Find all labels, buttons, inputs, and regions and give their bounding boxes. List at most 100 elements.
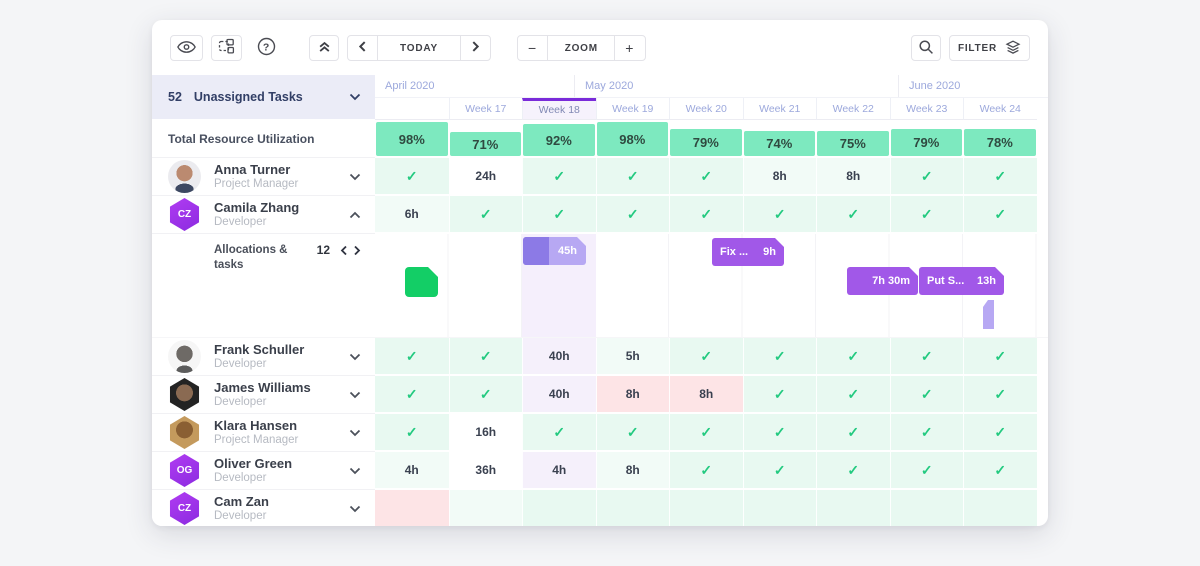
zoom-out-button[interactable]: −: [518, 36, 547, 60]
week-header-current[interactable]: Week 18: [522, 98, 596, 120]
allocation-cell[interactable]: 36h: [448, 452, 522, 488]
next-button[interactable]: [460, 36, 490, 60]
chevron-up-icon[interactable]: [349, 211, 361, 219]
duplicate-layout-button[interactable]: [211, 35, 242, 61]
allocation-cell[interactable]: ✓: [448, 196, 522, 232]
allocation-cell[interactable]: ✓: [816, 196, 890, 232]
prev-button[interactable]: [348, 36, 377, 60]
allocation-cell[interactable]: 40h: [522, 376, 596, 412]
chevron-down-icon[interactable]: [349, 429, 361, 437]
allocation-cell[interactable]: [595, 490, 669, 526]
week-header[interactable]: Week 22: [816, 98, 890, 120]
allocation-cell[interactable]: ✓: [742, 196, 816, 232]
chevron-down-icon[interactable]: [349, 391, 361, 399]
allocation-cell[interactable]: ✓: [889, 158, 963, 194]
allocation-cell[interactable]: ✓: [963, 376, 1037, 412]
allocation-cell[interactable]: 4h: [375, 452, 449, 488]
allocation-cell[interactable]: ✓: [669, 158, 743, 194]
allocation-cell[interactable]: ✓: [816, 338, 890, 374]
allocation-cell[interactable]: ✓: [742, 452, 816, 488]
allocation-cell[interactable]: [448, 490, 522, 526]
task-bar-green[interactable]: [405, 267, 438, 297]
week-header[interactable]: Week 23: [889, 98, 963, 120]
allocation-cell[interactable]: 8h: [595, 376, 669, 412]
allocation-cell[interactable]: ✓: [816, 414, 890, 450]
allocation-cell[interactable]: ✓: [816, 452, 890, 488]
allocation-cell[interactable]: 16h: [448, 414, 522, 450]
allocation-cell[interactable]: [669, 490, 743, 526]
allocation-cell[interactable]: 8h: [816, 158, 890, 194]
chevron-down-icon[interactable]: [349, 467, 361, 475]
allocation-cell[interactable]: ✓: [889, 376, 963, 412]
allocation-cell[interactable]: 8h: [595, 452, 669, 488]
allocation-cell[interactable]: ✓: [375, 376, 449, 412]
allocation-cell[interactable]: ✓: [963, 158, 1037, 194]
allocation-cell[interactable]: [889, 490, 963, 526]
allocation-cell[interactable]: 8h: [742, 158, 816, 194]
allocation-cell[interactable]: ✓: [889, 196, 963, 232]
allocation-cell[interactable]: ✓: [889, 452, 963, 488]
allocation-cell[interactable]: 6h: [375, 196, 449, 232]
allocation-cell[interactable]: [522, 490, 596, 526]
allocation-cell[interactable]: 40h: [522, 338, 596, 374]
allocation-cell[interactable]: ✓: [522, 158, 596, 194]
allocation-cell[interactable]: ✓: [375, 338, 449, 374]
allocation-cell[interactable]: [375, 490, 449, 526]
allocation-cell[interactable]: ✓: [963, 452, 1037, 488]
member-side-cam-zan[interactable]: CZ Cam Zan Developer: [152, 490, 375, 526]
allocation-cell[interactable]: ✓: [595, 414, 669, 450]
member-side-klara-hansen[interactable]: Klara Hansen Project Manager: [152, 414, 375, 452]
allocations-next-icon[interactable]: [353, 243, 361, 261]
allocation-cell[interactable]: ✓: [595, 158, 669, 194]
week-header[interactable]: Week 24: [963, 98, 1037, 120]
member-side-oliver-green[interactable]: OG Oliver Green Developer: [152, 452, 375, 490]
week-header[interactable]: Week 20: [669, 98, 743, 120]
search-button[interactable]: [910, 35, 941, 61]
allocation-cell[interactable]: [963, 490, 1037, 526]
allocation-cell[interactable]: 5h: [595, 338, 669, 374]
allocation-cell[interactable]: 24h: [448, 158, 522, 194]
allocation-cell[interactable]: [742, 490, 816, 526]
allocation-cell[interactable]: ✓: [448, 376, 522, 412]
collapse-all-button[interactable]: [309, 35, 339, 61]
allocation-cell[interactable]: ✓: [889, 338, 963, 374]
allocation-cell[interactable]: 4h: [522, 452, 596, 488]
task-bar-sliver[interactable]: [983, 300, 994, 329]
help-button[interactable]: ?: [250, 35, 283, 61]
allocation-cell[interactable]: ✓: [522, 196, 596, 232]
chevron-down-icon[interactable]: [349, 93, 361, 101]
week-header[interactable]: Week 21: [742, 98, 816, 120]
allocations-canvas[interactable]: 45h Fix ... 9h 7h 30m Put S... 13h: [375, 234, 1048, 338]
zoom-in-button[interactable]: +: [614, 36, 644, 60]
member-side-camila-zhang[interactable]: CZ Camila Zhang Developer: [152, 196, 375, 234]
allocation-cell[interactable]: ✓: [742, 414, 816, 450]
allocation-cell[interactable]: ✓: [375, 158, 449, 194]
allocation-cell[interactable]: ✓: [963, 414, 1037, 450]
allocation-cell[interactable]: 8h: [669, 376, 743, 412]
allocation-bar[interactable]: Fix ... 9h: [712, 238, 784, 266]
week-header[interactable]: Week 19: [595, 98, 669, 120]
allocation-cell[interactable]: ✓: [669, 452, 743, 488]
allocation-cell[interactable]: ✓: [742, 338, 816, 374]
allocation-cell[interactable]: ✓: [522, 414, 596, 450]
allocation-cell[interactable]: ✓: [963, 196, 1037, 232]
chevron-down-icon[interactable]: [349, 353, 361, 361]
allocation-bar[interactable]: 7h 30m: [847, 267, 918, 295]
allocation-cell[interactable]: ✓: [595, 196, 669, 232]
chevron-down-icon[interactable]: [349, 505, 361, 513]
allocation-cell[interactable]: ✓: [448, 338, 522, 374]
week-header[interactable]: [375, 98, 449, 120]
allocation-cell[interactable]: ✓: [375, 414, 449, 450]
allocation-cell[interactable]: [816, 490, 890, 526]
allocation-cell[interactable]: ✓: [816, 376, 890, 412]
chevron-down-icon[interactable]: [349, 173, 361, 181]
member-side-anna-turner[interactable]: Anna Turner Project Manager: [152, 158, 375, 196]
allocation-cell[interactable]: ✓: [669, 196, 743, 232]
filter-button[interactable]: FILTER: [948, 35, 1030, 61]
week-header[interactable]: Week 17: [448, 98, 522, 120]
unassigned-tasks-header[interactable]: 52 Unassigned Tasks: [152, 75, 375, 119]
member-side-james-williams[interactable]: James Williams Developer: [152, 376, 375, 414]
allocation-bar[interactable]: 45h: [523, 237, 586, 265]
allocation-cell[interactable]: ✓: [963, 338, 1037, 374]
allocation-cell[interactable]: ✓: [889, 414, 963, 450]
